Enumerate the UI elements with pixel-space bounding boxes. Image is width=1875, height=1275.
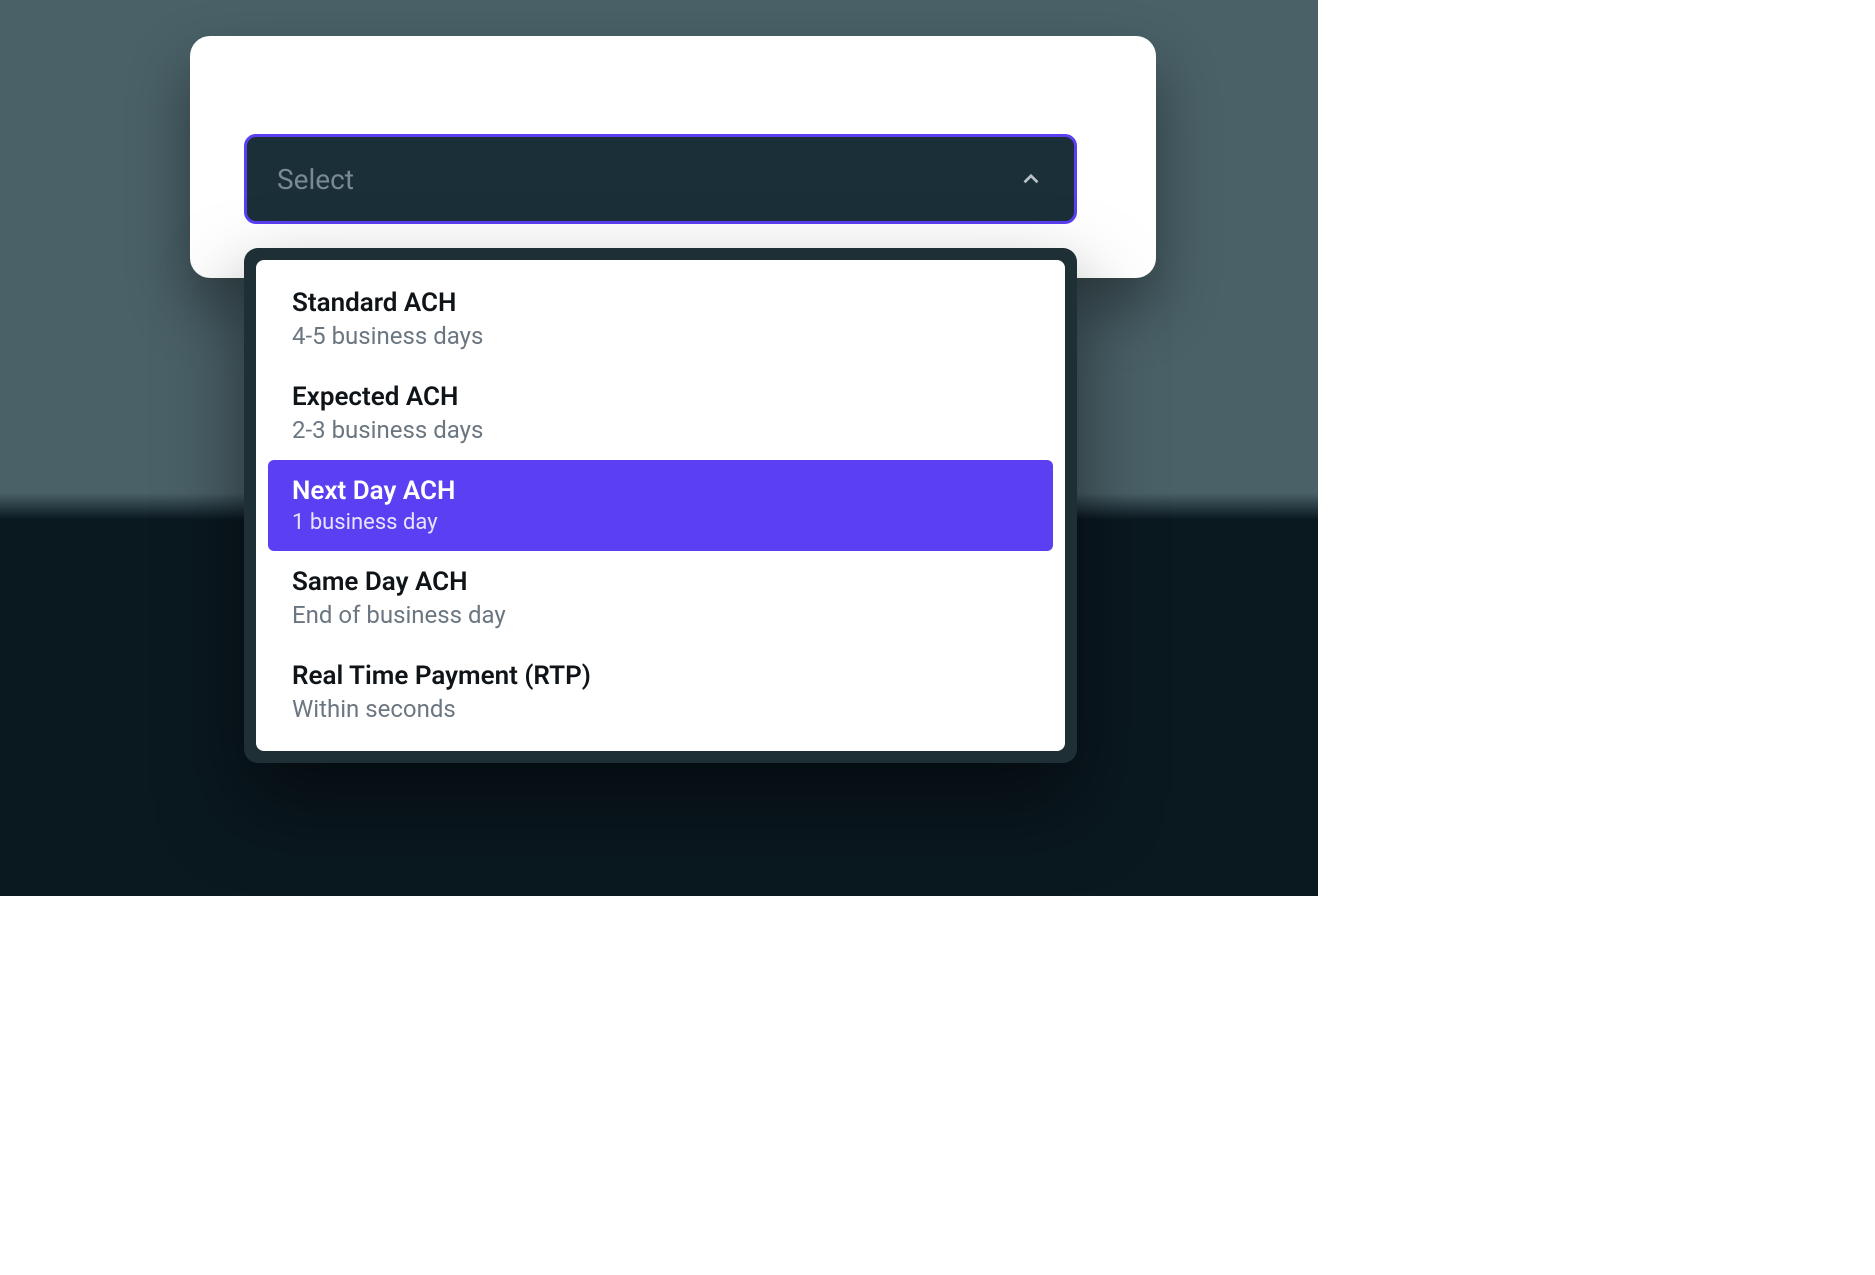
- option-subtitle: 1 business day: [292, 510, 1029, 535]
- form-card: Transfer Method Select: [190, 36, 1156, 278]
- option-title: Same Day ACH: [292, 567, 1029, 597]
- option-item[interactable]: Expected ACH 2-3 business days: [268, 366, 1053, 460]
- select-trigger[interactable]: Select: [244, 134, 1077, 224]
- option-title: Next Day ACH: [292, 476, 1029, 506]
- chevron-up-icon: [1018, 166, 1044, 192]
- select-placeholder: Select: [277, 163, 354, 196]
- option-title: Standard ACH: [292, 288, 1029, 318]
- option-item[interactable]: Same Day ACH End of business day: [268, 551, 1053, 645]
- option-item[interactable]: Next Day ACH 1 business day: [268, 460, 1053, 551]
- dropdown-panel: Standard ACH 4-5 business days Expected AC…: [244, 248, 1077, 763]
- option-subtitle: 4-5 business days: [292, 322, 1029, 350]
- option-item[interactable]: Standard ACH 4-5 business days: [268, 272, 1053, 366]
- option-subtitle: Within seconds: [292, 695, 1029, 723]
- option-title: Real Time Payment (RTP): [292, 661, 1029, 691]
- option-subtitle: 2-3 business days: [292, 416, 1029, 444]
- option-title: Expected ACH: [292, 382, 1029, 412]
- option-subtitle: End of business day: [292, 601, 1029, 629]
- option-item[interactable]: Real Time Payment (RTP) Within seconds: [268, 645, 1053, 739]
- field-label: Transfer Method: [244, 86, 1102, 114]
- dropdown-listbox: Standard ACH 4-5 business days Expected AC…: [256, 260, 1065, 751]
